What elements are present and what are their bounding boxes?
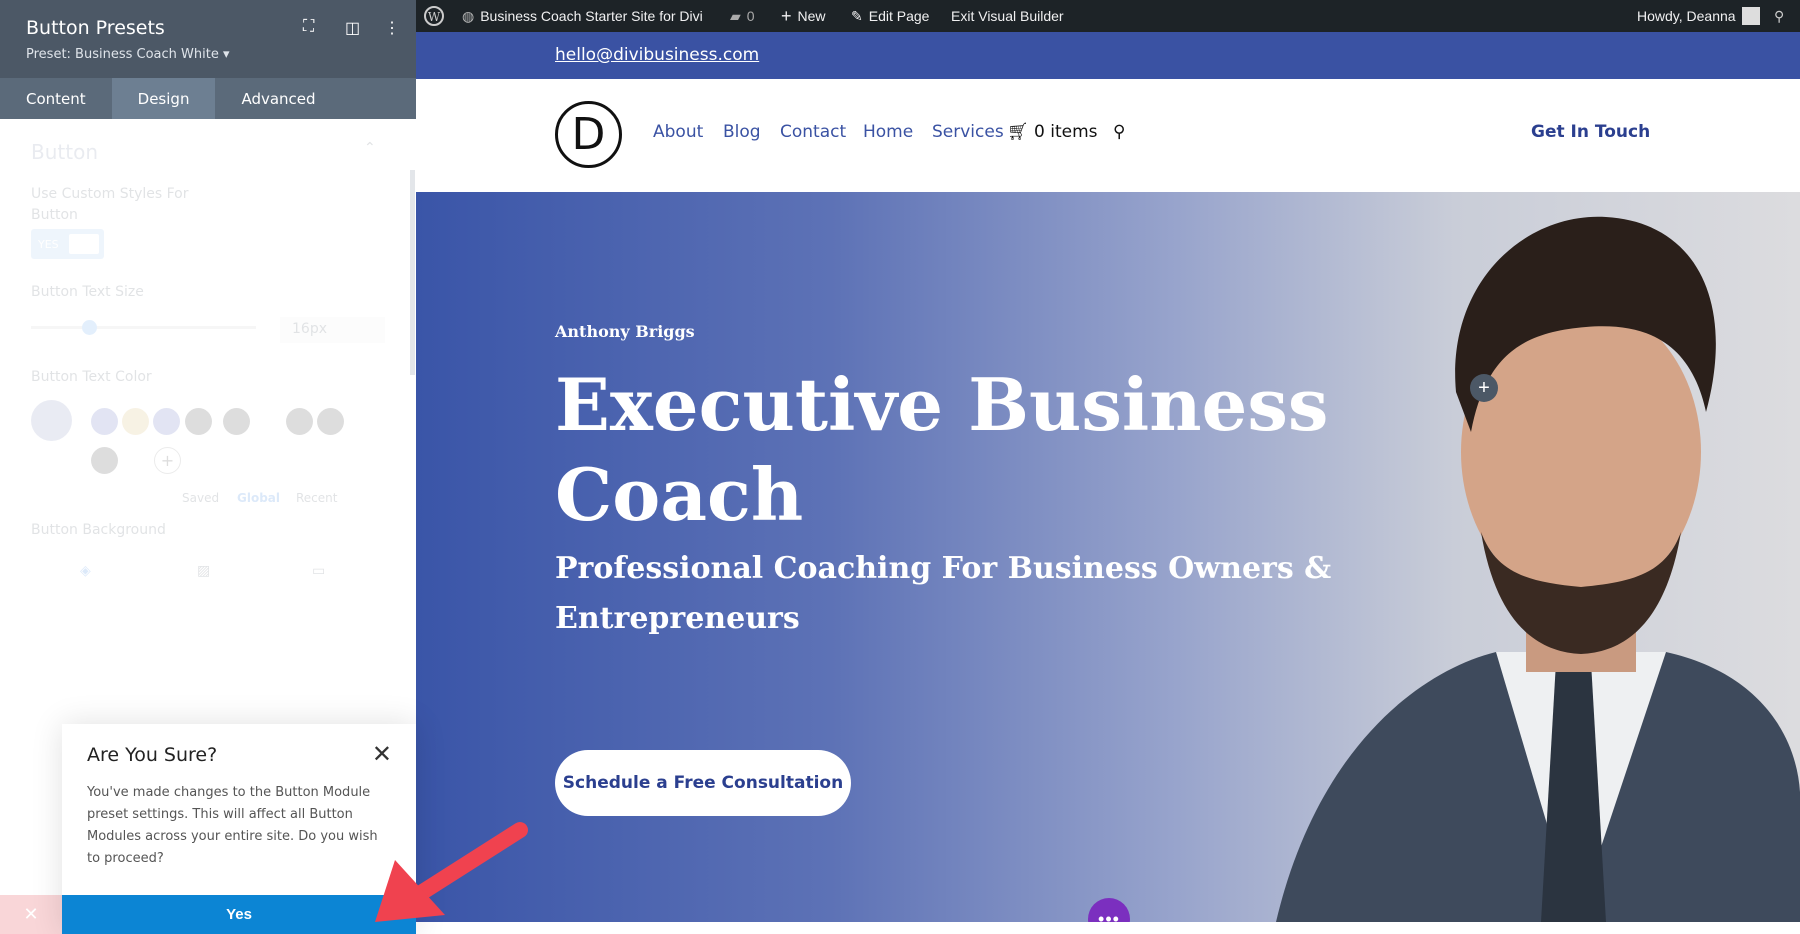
pencil-icon: ✎ [851,7,863,24]
email-link[interactable]: hello@divibusiness.com [555,45,759,65]
dialog-title: Are You Sure? [87,744,218,766]
gradient-icon[interactable]: ▨ [197,563,210,579]
cart-count: 0 items [1034,122,1098,142]
site-name: Business Coach Starter Site for Divi [480,8,703,24]
edit-page-link[interactable]: ✎ Edit Page [851,0,929,32]
image-icon[interactable]: ▭ [312,563,325,579]
comments-link[interactable]: ▰ 0 [730,0,755,32]
add-module-icon[interactable]: + [1470,374,1498,402]
user-menu[interactable]: Howdy, Deanna [1637,0,1760,32]
nav-home[interactable]: Home [863,122,913,142]
svg-text:W: W [428,10,441,24]
red-arrow-annotation [375,822,528,922]
edit-label: Edit Page [868,8,930,24]
comment-icon: ▰ [730,7,741,24]
hero-headline: Executive Business Coach [555,360,1328,540]
new-label: New [797,8,826,24]
nav-blog[interactable]: Blog [723,122,761,142]
schedule-consultation-button[interactable]: Schedule a Free Consultation [555,750,851,816]
text-size-label: Button Text Size [31,284,144,300]
toggle-label: YES [38,238,59,251]
nav-contact[interactable]: Contact [780,122,846,142]
palette-tab-global[interactable]: Global [237,491,280,505]
eyedropper-icon[interactable] [31,400,72,441]
site-header: D About Blog Contact Home Services 🛒︎ 0 … [416,79,1800,192]
comment-count: 0 [746,8,755,24]
headline-line-2: Coach [555,452,804,537]
palette-tab-saved[interactable]: Saved [182,491,219,505]
new-link[interactable]: + New [781,0,826,32]
search-icon[interactable]: ⚲ [1113,122,1125,142]
cart-link[interactable]: 🛒︎ 0 items [1007,122,1097,142]
color-swatch[interactable] [317,408,344,435]
hero-subtitle: Professional Coaching For Business Owner… [555,544,1331,644]
text-size-input[interactable]: 16px [280,317,385,343]
paint-bucket-icon[interactable]: ◈ [80,563,91,579]
custom-styles-toggle[interactable]: YES [31,229,104,259]
top-bar: hello@divibusiness.com [416,32,1800,79]
color-swatch[interactable] [153,408,180,435]
color-swatch[interactable] [91,408,118,435]
subtitle-line-2: Entrepreneurs [555,601,800,636]
avatar [1741,7,1760,25]
exit-visual-builder-link[interactable]: Exit Visual Builder [951,0,1064,32]
user-greeting: Howdy, Deanna [1637,8,1736,24]
color-swatch[interactable] [185,408,212,435]
section-button-title[interactable]: Button [31,140,98,164]
discard-button[interactable]: ✕ [0,895,62,934]
color-swatch[interactable] [91,447,118,474]
more-options-button[interactable]: ••• [1088,898,1130,922]
text-color-label: Button Text Color [31,369,152,385]
subtitle-line-1: Professional Coaching For Business Owner… [555,551,1332,586]
hero-section: Anthony Briggs Executive Business Coach P… [416,192,1800,922]
website-preview: hello@divibusiness.com D About Blog Cont… [416,32,1800,934]
palette-tab-recent[interactable]: Recent [296,491,337,505]
text-size-slider[interactable] [31,320,256,335]
close-icon[interactable]: ✕ [372,740,392,769]
headline-line-1: Executive Business [555,362,1329,447]
dashboard-icon: ◍ [462,7,475,24]
dialog-message: You've made changes to the Button Module… [87,785,378,866]
plus-icon: + [781,5,792,26]
custom-styles-label: Use Custom Styles For Button [31,186,189,223]
color-swatch[interactable] [223,408,250,435]
add-color-icon[interactable]: + [154,447,181,474]
site-name-link[interactable]: ◍ Business Coach Starter Site for Divi [462,0,703,32]
cart-icon: 🛒︎ [1007,122,1029,142]
color-swatch[interactable] [122,408,149,435]
color-swatch[interactable] [286,408,313,435]
search-icon[interactable]: ⚲ [1774,0,1784,32]
nav-services[interactable]: Services [932,122,1004,142]
collapse-icon[interactable]: ⌃ [364,140,376,156]
hero-name: Anthony Briggs [555,322,695,341]
get-in-touch-button[interactable]: Get In Touch [1531,122,1650,142]
exit-label: Exit Visual Builder [951,8,1064,24]
background-label: Button Background [31,522,166,538]
wordpress-logo-icon[interactable]: W [424,0,444,32]
site-logo[interactable]: D [555,101,622,168]
nav-about[interactable]: About [653,122,703,142]
